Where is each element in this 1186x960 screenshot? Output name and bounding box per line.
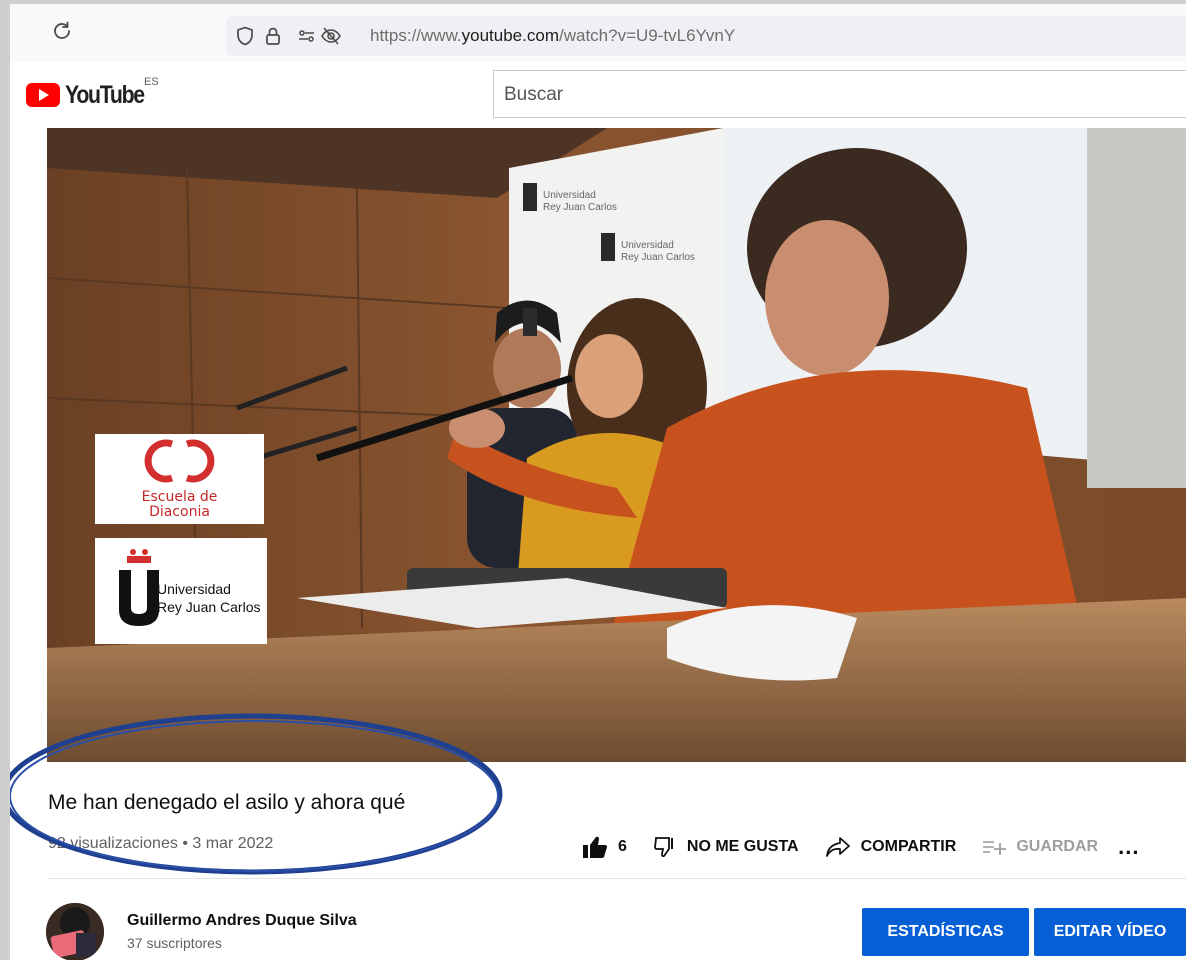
reload-icon[interactable] — [50, 19, 74, 43]
thumbs-up-icon — [583, 836, 607, 858]
share-button[interactable]: COMPARTIR — [825, 836, 957, 858]
share-label: COMPARTIR — [860, 838, 957, 855]
like-button[interactable]: 6 — [582, 835, 627, 859]
like-count: 6 — [618, 838, 627, 855]
divider — [48, 878, 1186, 879]
video-meta: 92 visualizaciones • 3 mar 2022 — [48, 835, 273, 853]
youtube-header: YouTube ES — [10, 62, 1186, 128]
dislike-button[interactable]: NO ME GUSTA — [653, 835, 799, 859]
share-icon — [825, 837, 850, 857]
banner-logo-1-line1: Universidad — [543, 190, 596, 201]
diaconia-logo-line1: Escuela de — [142, 489, 218, 505]
channel-avatar[interactable] — [46, 903, 104, 960]
youtube-play-icon — [26, 83, 60, 107]
banner-logo-2-line1: Universidad — [621, 240, 674, 251]
lock-icon[interactable] — [262, 25, 284, 47]
youtube-logo[interactable]: YouTube — [26, 80, 158, 109]
channel-name[interactable]: Guillermo Andres Duque Silva — [127, 912, 357, 930]
youtube-wordmark: YouTube — [65, 80, 145, 109]
diaconia-logo-icon: Escuela de Diaconia — [142, 439, 218, 520]
save-label: GUARDAR — [1016, 838, 1099, 855]
search-input[interactable] — [502, 83, 1106, 107]
thumbs-down-icon — [654, 837, 673, 858]
tracking-blocked-icon[interactable] — [320, 25, 342, 47]
upload-date: 3 mar 2022 — [192, 835, 274, 852]
video-player[interactable]: Universidad Rey Juan Carlos Universidad … — [47, 128, 1186, 762]
banner-logo-1-line2: Rey Juan Carlos — [543, 202, 617, 213]
escuela-diaconia-logo: Escuela de Diaconia — [95, 434, 264, 524]
meta-separator: • — [182, 835, 188, 852]
diaconia-logo-line2: Diaconia — [149, 504, 210, 520]
urjc-logo-line2: Rey Juan Carlos — [157, 599, 261, 615]
video-title: Me han denegado el asilo y ahora qué — [48, 791, 406, 814]
dislike-label: NO ME GUSTA — [686, 838, 799, 855]
banner-logo-2-line2: Rey Juan Carlos — [621, 252, 695, 263]
forward-icon[interactable]: › — [10, 22, 11, 43]
url-host: youtube.com — [461, 26, 559, 45]
edit-video-button[interactable]: EDITAR VÍDEO — [1034, 908, 1186, 956]
permissions-icon[interactable] — [296, 25, 318, 47]
url-text[interactable]: https://www.youtube.com/watch?v=U9-tvL6Y… — [370, 26, 735, 46]
subscriber-count: 37 suscriptores — [127, 935, 222, 951]
shield-icon[interactable] — [234, 25, 256, 47]
address-bar[interactable]: https://www.youtube.com/watch?v=U9-tvL6Y… — [226, 16, 1186, 56]
more-actions-button[interactable]: ... — [1118, 834, 1139, 860]
view-count: 92 visualizaciones — [48, 835, 178, 852]
analytics-button[interactable]: ESTADÍSTICAS — [862, 908, 1029, 956]
save-button[interactable]: GUARDAR — [982, 837, 1098, 857]
video-actions: 6 NO ME GUSTA COMPARTIR GUARDAR ... — [582, 832, 1139, 862]
urjc-logo-line1: Universidad — [157, 581, 231, 597]
add-to-playlist-icon — [983, 841, 1007, 855]
search-box[interactable] — [493, 70, 1186, 118]
browser-toolbar: › https://www.youtu — [10, 4, 1186, 63]
page: › https://www.youtu — [10, 4, 1186, 960]
urjc-logo: Universidad Rey Juan Carlos — [95, 538, 267, 644]
urjc-logo-icon: Universidad Rey Juan Carlos — [119, 549, 261, 626]
avatar-image — [46, 903, 104, 960]
country-code: ES — [144, 76, 159, 88]
